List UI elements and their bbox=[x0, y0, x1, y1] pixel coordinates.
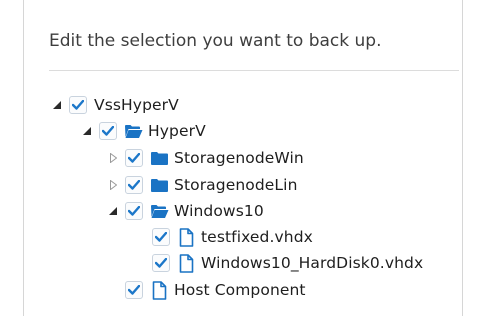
tree-node-storagenodewin: StoragenodeWin bbox=[108, 147, 304, 169]
tree-node-storagenodelin: StoragenodeLin bbox=[108, 174, 298, 196]
expanded-triangle-icon bbox=[83, 127, 91, 135]
checkmark-icon bbox=[128, 153, 140, 163]
expanded-triangle-icon bbox=[53, 101, 61, 109]
node-checkbox[interactable] bbox=[125, 202, 143, 220]
checkmark-icon bbox=[155, 258, 167, 268]
node-checkbox[interactable] bbox=[125, 149, 143, 167]
tree-node-windows10: Windows10 bbox=[108, 200, 264, 222]
expand-toggle[interactable] bbox=[108, 152, 118, 164]
tree-node-label[interactable]: StoragenodeWin bbox=[174, 149, 304, 167]
expand-toggle[interactable] bbox=[108, 205, 118, 217]
checkmark-icon bbox=[128, 206, 140, 216]
node-checkbox[interactable] bbox=[152, 254, 170, 272]
tree-node-label[interactable]: Host Component bbox=[174, 281, 306, 299]
tree-node-host-component: Host Component bbox=[125, 279, 306, 301]
tree-node-label[interactable]: VssHyperV bbox=[94, 96, 179, 114]
collapsed-triangle-icon bbox=[109, 153, 117, 163]
tree-node-label[interactable]: testfixed.vhdx bbox=[201, 228, 313, 246]
tree-node-hyperv: HyperV bbox=[82, 120, 206, 142]
node-checkbox[interactable] bbox=[125, 176, 143, 194]
selection-tree: VssHyperV HyperV StoragenodeWin Storagen… bbox=[24, 0, 462, 316]
checkmark-icon bbox=[72, 100, 84, 110]
tree-node-label[interactable]: StoragenodeLin bbox=[174, 176, 298, 194]
checkmark-icon bbox=[102, 126, 114, 136]
expand-toggle[interactable] bbox=[52, 99, 62, 111]
tree-node-windows10-harddisk0-vhdx: Windows10_HardDisk0.vhdx bbox=[152, 252, 423, 274]
checkmark-icon bbox=[128, 180, 140, 190]
checkmark-icon bbox=[128, 285, 140, 295]
collapsed-triangle-icon bbox=[109, 180, 117, 190]
folder-closed-icon bbox=[150, 176, 169, 194]
folder-open-icon bbox=[150, 202, 169, 220]
folder-closed-icon bbox=[150, 149, 169, 167]
backup-selection-panel: Edit the selection you want to back up. … bbox=[23, 0, 463, 316]
file-icon bbox=[177, 253, 196, 273]
tree-node-vsshyperv: VssHyperV bbox=[52, 94, 179, 116]
node-checkbox[interactable] bbox=[99, 122, 117, 140]
checkmark-icon bbox=[155, 232, 167, 242]
expand-toggle[interactable] bbox=[108, 179, 118, 191]
file-icon bbox=[177, 227, 196, 247]
node-checkbox[interactable] bbox=[152, 228, 170, 246]
expand-toggle[interactable] bbox=[82, 125, 92, 137]
folder-open-icon bbox=[124, 122, 143, 140]
node-checkbox[interactable] bbox=[125, 281, 143, 299]
expanded-triangle-icon bbox=[109, 207, 117, 215]
tree-node-testfixed-vhdx: testfixed.vhdx bbox=[152, 226, 313, 248]
file-icon bbox=[150, 280, 169, 300]
tree-node-label[interactable]: HyperV bbox=[148, 122, 206, 140]
node-checkbox[interactable] bbox=[69, 96, 87, 114]
tree-node-label[interactable]: Windows10_HardDisk0.vhdx bbox=[201, 254, 423, 272]
tree-node-label[interactable]: Windows10 bbox=[174, 202, 264, 220]
